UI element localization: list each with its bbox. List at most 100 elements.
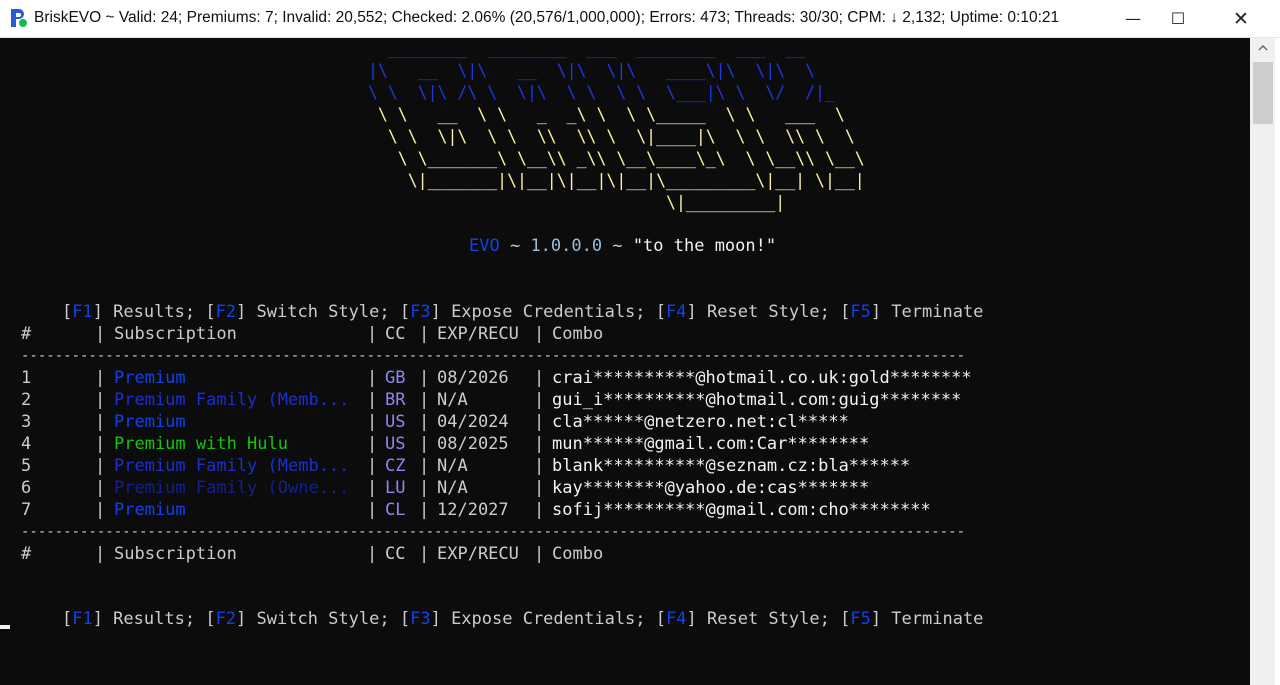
row-num: 3 bbox=[21, 412, 32, 432]
app-icon bbox=[11, 9, 27, 27]
window-edge bbox=[1275, 38, 1280, 685]
table-divider: ----------------------------------------… bbox=[21, 348, 966, 364]
row-exp: 08/2026 bbox=[437, 368, 509, 388]
row-num: 1 bbox=[21, 368, 32, 388]
row-subscription: Premium bbox=[114, 500, 186, 520]
row-subscription: Premium Family (Memb... bbox=[114, 456, 350, 476]
hotkey-label: Results; bbox=[113, 609, 196, 629]
col-separator: | bbox=[419, 324, 430, 344]
hotkey-switch-style[interactable]: [F2] Switch Style; bbox=[205, 609, 389, 629]
header-cc: CC bbox=[385, 544, 406, 564]
close-button[interactable]: ✕ bbox=[1218, 0, 1264, 37]
col-separator: | bbox=[367, 390, 378, 410]
hotkey-label: Results; bbox=[113, 302, 196, 322]
hotkey-expose-credentials[interactable]: [F3] Expose Credentials; bbox=[400, 609, 646, 629]
col-separator: | bbox=[534, 434, 545, 454]
hotkey-key: F2 bbox=[215, 302, 237, 322]
maximize-icon: ☐ bbox=[1170, 9, 1186, 28]
col-separator: | bbox=[95, 456, 106, 476]
scroll-thumb[interactable] bbox=[1253, 62, 1273, 124]
row-exp: 12/2027 bbox=[437, 500, 509, 520]
row-cc: GB bbox=[385, 368, 406, 388]
header-exp: EXP/RECU bbox=[437, 544, 519, 564]
version-separator: ~ bbox=[602, 236, 633, 256]
col-separator: | bbox=[419, 390, 430, 410]
col-separator: | bbox=[534, 390, 545, 410]
ascii-logo: ________ ________ ___ ________ ___ __ |\… bbox=[362, 38, 865, 258]
col-separator: | bbox=[419, 434, 430, 454]
col-separator: | bbox=[95, 434, 106, 454]
col-separator: | bbox=[419, 500, 430, 520]
row-subscription: Premium Family (Memb... bbox=[114, 390, 350, 410]
version-number: 1.0.0.0 bbox=[530, 236, 603, 256]
row-cc: LU bbox=[385, 478, 406, 498]
col-separator: | bbox=[534, 544, 545, 564]
maximize-button[interactable]: ☐ bbox=[1155, 0, 1201, 37]
logo-line: \|_______|\|__|\|__|\|__|\_________\|__|… bbox=[368, 171, 865, 190]
hotkey-terminate[interactable]: [F5] Terminate bbox=[840, 609, 983, 629]
logo-line: \ \ \|\ /\ \ \|\ \ \ \ \ \___|\ \ \/ /|_ bbox=[368, 83, 835, 102]
minimize-button[interactable]: — bbox=[1110, 0, 1156, 37]
col-separator: | bbox=[534, 500, 545, 520]
row-combo: gui_i**********@hotmail.com:guig******** bbox=[552, 390, 962, 410]
hotkey-expose-credentials[interactable]: [F3] Expose Credentials; bbox=[400, 302, 646, 322]
scroll-up-icon[interactable] bbox=[1250, 38, 1275, 58]
col-separator: | bbox=[95, 478, 106, 498]
hotkey-key: F1 bbox=[72, 609, 93, 629]
hotkey-label: Switch Style; bbox=[256, 302, 390, 322]
row-exp: 08/2025 bbox=[437, 434, 509, 454]
hotkey-key: F4 bbox=[666, 609, 687, 629]
row-subscription: Premium Family (Owne... bbox=[114, 478, 350, 498]
close-icon: ✕ bbox=[1233, 7, 1249, 30]
col-separator: | bbox=[95, 500, 106, 520]
hotkey-reset-style[interactable]: [F4] Reset Style; bbox=[656, 609, 830, 629]
hotkey-label: Expose Credentials; bbox=[451, 609, 646, 629]
hotkey-key: F4 bbox=[666, 302, 687, 322]
row-exp: 04/2024 bbox=[437, 412, 509, 432]
col-separator: | bbox=[95, 324, 106, 344]
col-separator: | bbox=[419, 456, 430, 476]
logo-line: \ \_______\ \__\\ _\\ \__\____\_\ \ \__\… bbox=[368, 149, 865, 168]
logo-line: ________ ________ ___ ________ ___ __ bbox=[368, 39, 806, 58]
col-separator: | bbox=[534, 456, 545, 476]
row-num: 2 bbox=[21, 390, 32, 410]
col-separator: | bbox=[419, 412, 430, 432]
version-separator: ~ bbox=[499, 236, 531, 256]
hotkey-key: F3 bbox=[410, 302, 431, 322]
col-separator: | bbox=[534, 412, 545, 432]
minimize-icon: — bbox=[1125, 9, 1141, 28]
header-combo: Combo bbox=[552, 544, 604, 564]
hotkey-reset-style[interactable]: [F4] Reset Style; bbox=[656, 302, 830, 322]
hotkey-label: Terminate bbox=[891, 609, 984, 629]
hotkey-results[interactable]: [F1] Results; bbox=[62, 302, 195, 322]
vertical-scrollbar[interactable] bbox=[1250, 38, 1275, 685]
row-combo: mun******@gmail.com:Car******** bbox=[552, 434, 870, 454]
hotkey-label: Terminate bbox=[891, 302, 984, 322]
col-separator: | bbox=[367, 434, 378, 454]
hotkey-label: Reset Style; bbox=[707, 302, 830, 322]
row-combo: crai**********@hotmail.co.uk:gold*******… bbox=[552, 368, 972, 388]
header-subscription: Subscription bbox=[114, 324, 237, 344]
table-divider: ----------------------------------------… bbox=[21, 524, 966, 540]
row-subscription: Premium with Hulu bbox=[114, 434, 288, 454]
row-combo: sofij**********@gmail.com:cho******** bbox=[552, 500, 931, 520]
header-exp: EXP/RECU bbox=[437, 324, 519, 344]
evo-label: EVO bbox=[469, 236, 500, 256]
hotkey-switch-style[interactable]: [F2] Switch Style; bbox=[205, 302, 389, 322]
col-separator: | bbox=[95, 390, 106, 410]
window-title: BriskEVO ~ Valid: 24; Premiums: 7; Inval… bbox=[34, 9, 1060, 26]
col-separator: | bbox=[534, 324, 545, 344]
row-cc: BR bbox=[385, 390, 406, 410]
hotkey-terminate[interactable]: [F5] Terminate bbox=[840, 302, 983, 322]
row-cc: US bbox=[385, 412, 406, 432]
col-separator: | bbox=[367, 324, 378, 344]
hotkey-results[interactable]: [F1] Results; bbox=[62, 609, 195, 629]
row-subscription: Premium bbox=[114, 412, 186, 432]
row-exp: N/A bbox=[437, 390, 468, 410]
hotkey-key: F5 bbox=[850, 609, 871, 629]
col-separator: | bbox=[95, 368, 106, 388]
row-num: 6 bbox=[21, 478, 32, 498]
console-area[interactable]: ________ ________ ___ ________ ___ __ | \… bbox=[0, 38, 1250, 685]
row-combo: blank**********@seznam.cz:bla****** bbox=[552, 456, 911, 476]
row-num: 5 bbox=[21, 456, 32, 476]
